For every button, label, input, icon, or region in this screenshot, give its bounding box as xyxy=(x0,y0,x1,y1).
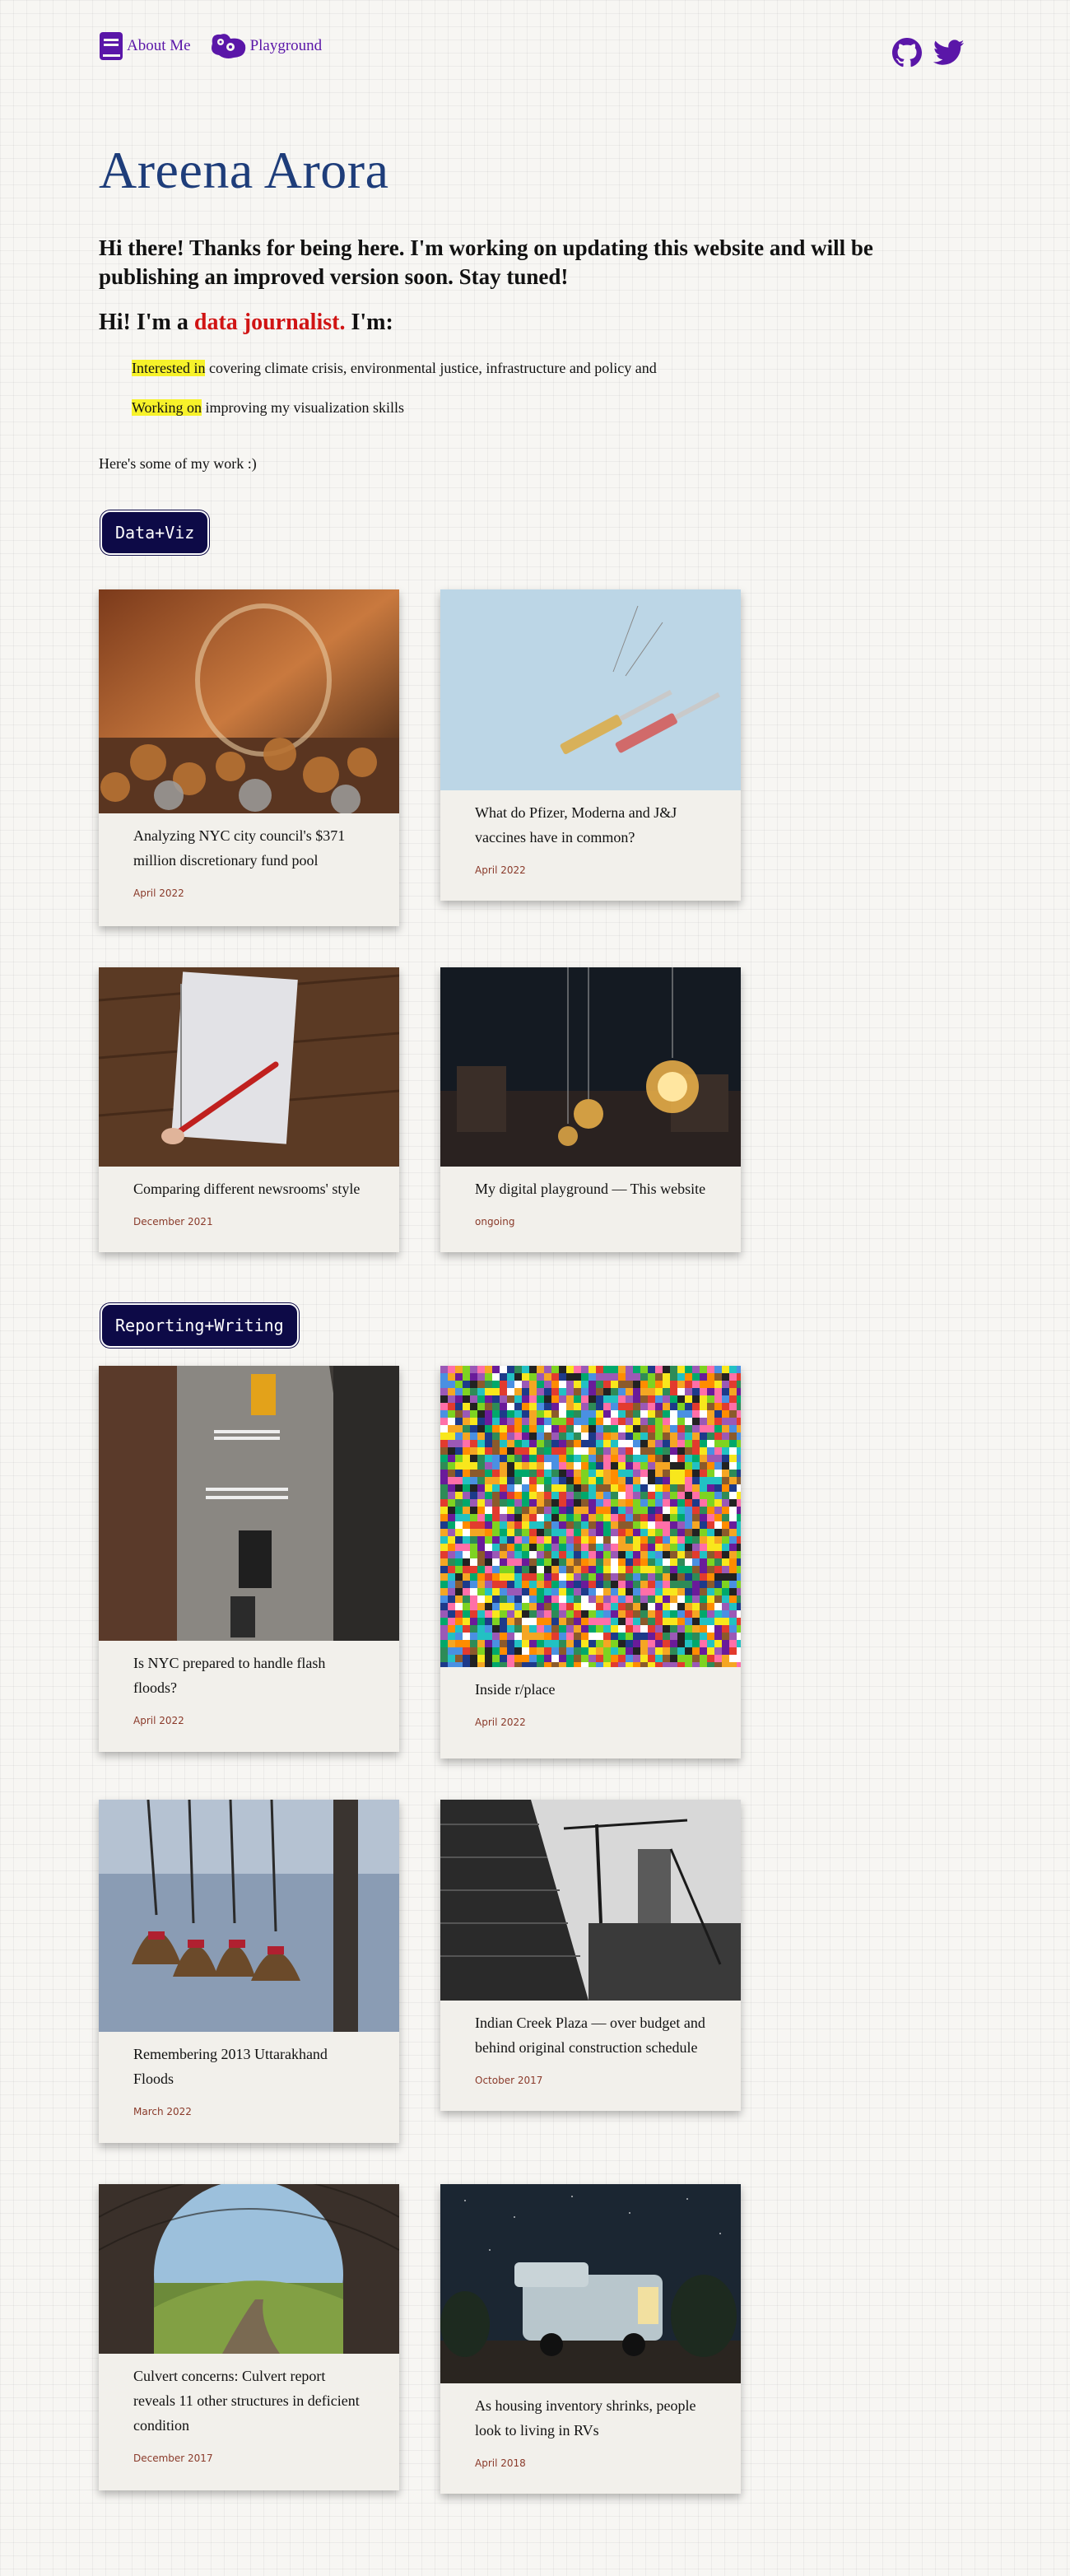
iam-prefix: Hi! I'm a xyxy=(99,310,188,335)
playground-link[interactable]: Playground xyxy=(209,32,323,60)
top-nav: About Me Playground xyxy=(99,31,322,61)
card-title: Inside r/place xyxy=(475,1681,556,1698)
card-date: April 2022 xyxy=(475,1717,526,1728)
project-card[interactable]: Remembering 2013 Uttarakhand Floods Marc… xyxy=(99,1800,399,2143)
bullet-interested: Interested in covering climate crisis, e… xyxy=(132,360,657,377)
card-date: December 2021 xyxy=(133,1216,213,1227)
bullet-text: improving my visualization skills xyxy=(202,399,405,416)
card-date: December 2017 xyxy=(133,2453,213,2464)
project-card[interactable]: Analyzing NYC city council's $371 millio… xyxy=(99,589,399,926)
project-card[interactable]: Indian Creek Plaza — over budget and beh… xyxy=(440,1800,741,2111)
card-title: My digital playground — This website xyxy=(475,1181,706,1197)
card-title: As housing inventory shrinks, people loo… xyxy=(475,2397,696,2439)
project-card[interactable]: Comparing different newsrooms' style Dec… xyxy=(99,967,399,1252)
card-title: Indian Creek Plaza — over budget and beh… xyxy=(475,2015,705,2056)
light-bulbs-photo xyxy=(440,967,741,1167)
project-card[interactable]: My digital playground — This website ong… xyxy=(440,967,741,1252)
bullet-highlight: Working on xyxy=(132,399,202,416)
reporting-section-button[interactable]: Reporting+Writing xyxy=(100,1303,299,1348)
card-date: ongoing xyxy=(475,1216,515,1227)
some-work-text: Here's some of my work :) xyxy=(99,455,257,472)
temple-bells-photo xyxy=(99,1800,399,2032)
card-date: October 2017 xyxy=(475,2075,543,2086)
github-link[interactable] xyxy=(892,38,922,72)
dataviz-section-button[interactable]: Data+Viz xyxy=(100,510,210,555)
project-card[interactable]: Culvert concerns: Culvert report reveals… xyxy=(99,2184,399,2490)
card-date: March 2022 xyxy=(133,2106,192,2117)
playground-label: Playground xyxy=(249,37,323,54)
card-date: April 2022 xyxy=(475,864,526,876)
github-icon xyxy=(892,38,922,71)
book-icon xyxy=(99,31,123,61)
syringes-photo xyxy=(440,589,741,790)
bullet-highlight: Interested in xyxy=(132,360,206,376)
card-title: Analyzing NYC city council's $371 millio… xyxy=(133,827,346,869)
bullet-working: Working on improving my visualization sk… xyxy=(132,399,404,417)
toy-icon xyxy=(209,32,247,60)
culvert-tunnel-photo xyxy=(99,2184,399,2354)
nyc-street-photo xyxy=(99,1366,399,1641)
coins-jar-photo xyxy=(99,589,399,813)
project-card[interactable]: As housing inventory shrinks, people loo… xyxy=(440,2184,741,2494)
about-me-label: About Me xyxy=(127,37,191,54)
card-date: April 2018 xyxy=(475,2457,526,2469)
card-date: April 2022 xyxy=(133,887,184,899)
page-title: Areena Arora xyxy=(99,141,389,199)
twitter-link[interactable] xyxy=(933,40,965,70)
card-title: Remembering 2013 Uttarakhand Floods xyxy=(133,2046,328,2087)
construction-crane-photo xyxy=(440,1800,741,2001)
project-card[interactable]: Is NYC prepared to handle flash floods? … xyxy=(99,1366,399,1752)
project-card[interactable]: Inside r/place April 2022 xyxy=(440,1366,741,1758)
rplace-mosaic-photo xyxy=(440,1366,741,1667)
intro-text: Hi there! Thanks for being here. I'm wor… xyxy=(99,235,873,289)
notebook-pen-photo xyxy=(99,967,399,1167)
card-date: April 2022 xyxy=(133,1715,184,1726)
card-title: Is NYC prepared to handle flash floods? xyxy=(133,1655,326,1696)
card-title: Comparing different newsrooms' style xyxy=(133,1181,361,1197)
social-links xyxy=(892,38,965,72)
card-title: Culvert concerns: Culvert report reveals… xyxy=(133,2368,360,2434)
iam-highlight: data journalist. xyxy=(193,310,346,335)
iam-line: Hi! I'm a data journalist. I'm: xyxy=(99,310,393,336)
about-me-link[interactable]: About Me xyxy=(99,31,191,61)
rv-camper-photo xyxy=(440,2184,741,2383)
card-title: What do Pfizer, Moderna and J&J vaccines… xyxy=(475,804,677,845)
twitter-icon xyxy=(933,40,965,69)
bullet-text: covering climate crisis, environmental j… xyxy=(205,360,657,376)
project-card[interactable]: What do Pfizer, Moderna and J&J vaccines… xyxy=(440,589,741,901)
iam-suffix: I'm: xyxy=(351,310,393,335)
